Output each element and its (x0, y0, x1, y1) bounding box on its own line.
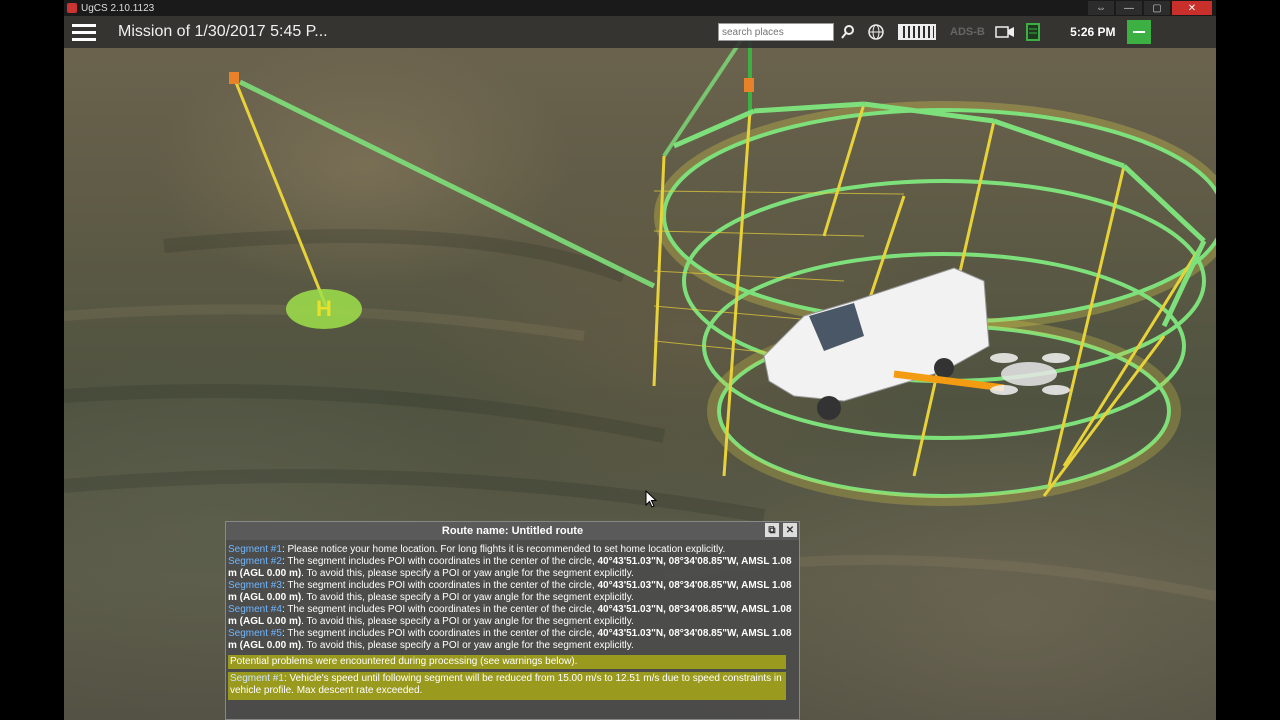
globe-icon[interactable] (862, 16, 890, 48)
message-segment-3: Segment #3: The segment includes POI wit… (228, 580, 797, 604)
message-text: : The segment includes POI with coordina… (281, 556, 598, 567)
message-segment-4: Segment #4: The segment includes POI wit… (228, 604, 797, 628)
magnifier-icon[interactable] (834, 16, 862, 48)
resize-button[interactable]: ⇔ (1088, 1, 1114, 15)
route-leg-home[interactable] (238, 79, 656, 289)
segment-link[interactable]: Segment #3 (228, 580, 282, 591)
app-toolbar: Mission of 1/30/2017 5:45 P... ADS-B 5:2… (64, 16, 1216, 48)
home-marker-label: H (316, 296, 332, 321)
drone[interactable] (990, 353, 1070, 395)
message-text: : The segment includes POI with coordina… (281, 604, 598, 615)
warning-text: : Vehicle's speed until following segmen… (230, 673, 782, 696)
message-segment-5: Segment #5: The segment includes POI wit… (228, 628, 797, 652)
mouse-pointer-icon (645, 490, 657, 508)
minimize-button[interactable]: — (1116, 1, 1142, 15)
device-icon[interactable] (1019, 16, 1047, 48)
warning-banner: Potential problems were encountered duri… (228, 655, 786, 669)
maximize-button[interactable]: ▢ (1144, 1, 1170, 15)
video-camera-icon[interactable] (991, 16, 1019, 48)
segment-link[interactable]: Segment #1 (230, 673, 284, 684)
segment-link[interactable]: Segment #4 (228, 604, 282, 615)
message-text: : The segment includes POI with coordina… (281, 628, 598, 639)
app-icon (67, 3, 77, 13)
keyboard-icon[interactable] (898, 24, 936, 40)
minus-icon[interactable] (1126, 20, 1151, 44)
adsb-toggle[interactable]: ADS-B (950, 26, 985, 38)
hamburger-icon[interactable] (64, 16, 104, 48)
message-segment-1: Segment #1: Please notice your home loca… (228, 544, 797, 556)
message-tail: . To avoid this, please specify a POI or… (301, 640, 634, 651)
segment-link[interactable]: Segment #1 (228, 544, 282, 555)
clock: 5:26 PM (1070, 25, 1116, 39)
letterbox-left (0, 0, 64, 720)
top-pole-flag (744, 78, 754, 92)
letterbox-right (1216, 0, 1280, 720)
home-pole-flag (229, 72, 239, 84)
home-pole (233, 79, 328, 307)
search-input[interactable] (718, 23, 834, 41)
route-panel-title: Route name: Untitled route (441, 525, 584, 537)
message-segment-2: Segment #2: The segment includes POI wit… (228, 556, 797, 580)
message-text: : The segment includes POI with coordina… (281, 580, 598, 591)
mission-title[interactable]: Mission of 1/30/2017 5:45 P... (118, 23, 718, 41)
warning-detail: Segment #1: Vehicle's speed until follow… (228, 672, 786, 700)
close-icon[interactable]: ✕ (783, 523, 797, 537)
window-title: UgCS 2.10.1123 (81, 2, 155, 14)
vehicle-van[interactable] (763, 267, 990, 420)
route-panel: Route name: Untitled route ⧉ ✕ Segment #… (225, 521, 800, 720)
window-titlebar: UgCS 2.10.1123 ⇔ — ▢ ✕ (64, 0, 1216, 16)
segment-link[interactable]: Segment #5 (228, 628, 282, 639)
window-controls: ⇔ — ▢ ✕ (1088, 1, 1216, 15)
message-tail: . To avoid this, please specify a POI or… (301, 568, 634, 579)
close-window-button[interactable]: ✕ (1172, 1, 1212, 15)
message-text: : Please notice your home location. For … (281, 544, 726, 555)
message-tail: . To avoid this, please specify a POI or… (301, 592, 634, 603)
copy-icon[interactable]: ⧉ (765, 523, 779, 537)
segment-link[interactable]: Segment #2 (228, 556, 282, 567)
message-tail: . To avoid this, please specify a POI or… (301, 616, 634, 627)
route-messages: Segment #1: Please notice your home loca… (226, 540, 799, 700)
route-panel-header: Route name: Untitled route ⧉ ✕ (226, 522, 799, 540)
